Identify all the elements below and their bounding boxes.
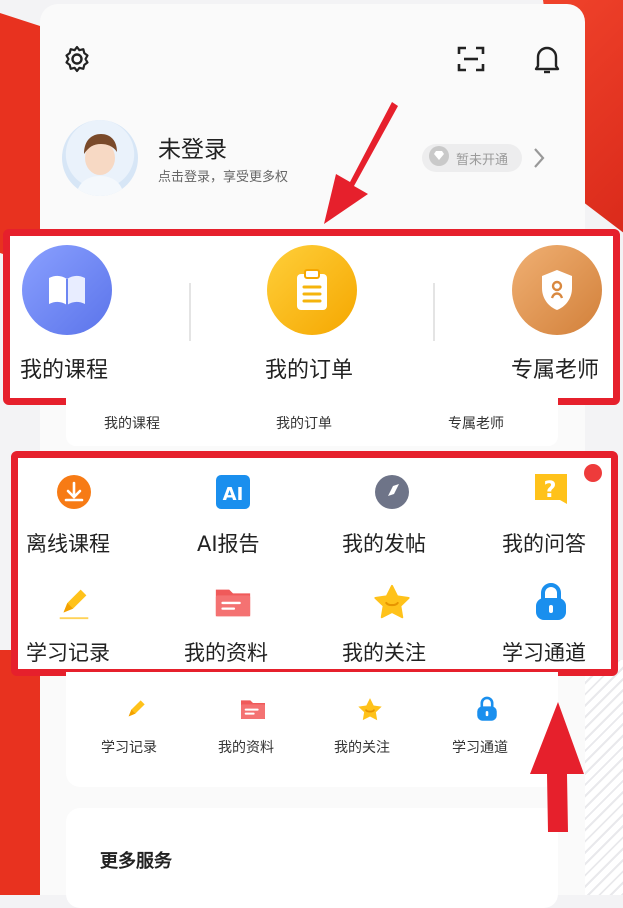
- my-posts-label[interactable]: 我的发帖: [342, 528, 426, 558]
- lock-icon[interactable]: [531, 582, 571, 622]
- ai-icon[interactable]: AI: [213, 472, 253, 512]
- exclusive-teacher-small-label[interactable]: 专属老师: [448, 413, 504, 433]
- compass-icon[interactable]: [372, 472, 412, 512]
- my-orders-small-label[interactable]: 我的订单: [276, 413, 332, 433]
- folder-icon[interactable]: [213, 582, 253, 622]
- annotation-arrow-down-icon: [312, 98, 402, 232]
- star-icon[interactable]: [372, 582, 412, 622]
- feature-grid-card: [66, 672, 558, 787]
- shield-icon[interactable]: [512, 245, 602, 335]
- question-icon[interactable]: ?: [531, 472, 571, 512]
- my-orders-label[interactable]: 我的订单: [265, 352, 353, 384]
- gear-icon[interactable]: [60, 42, 94, 76]
- exclusive-teacher-label[interactable]: 专属老师: [511, 352, 599, 384]
- divider: [433, 283, 435, 341]
- star-icon[interactable]: [355, 694, 385, 724]
- vip-status-badge[interactable]: 暂未开通: [422, 144, 522, 172]
- study-channel-small-label[interactable]: 学习通道: [452, 737, 508, 757]
- annotation-arrow-up-icon: [522, 700, 592, 839]
- study-records-label[interactable]: 学习记录: [26, 637, 110, 667]
- chevron-right-icon[interactable]: [532, 146, 546, 174]
- clipboard-icon[interactable]: [267, 245, 357, 335]
- login-subtitle[interactable]: 点击登录，享受更多权: [158, 166, 288, 185]
- scan-icon[interactable]: [454, 42, 488, 76]
- lock-icon[interactable]: [472, 694, 502, 724]
- my-courses-small-label[interactable]: 我的课程: [104, 413, 160, 433]
- login-title[interactable]: 未登录: [158, 130, 227, 164]
- my-follows-small-label[interactable]: 我的关注: [334, 737, 390, 757]
- diamond-icon: [428, 145, 450, 171]
- divider: [189, 283, 191, 341]
- offline-courses-label[interactable]: 离线课程: [26, 528, 110, 558]
- notification-dot: [584, 464, 602, 482]
- svg-text:?: ?: [544, 478, 557, 503]
- book-icon[interactable]: [22, 245, 112, 335]
- my-follows-label[interactable]: 我的关注: [342, 637, 426, 667]
- my-courses-label[interactable]: 我的课程: [20, 352, 108, 384]
- folder-icon[interactable]: [238, 694, 268, 724]
- download-icon[interactable]: [54, 472, 94, 512]
- pencil-icon[interactable]: [121, 694, 151, 724]
- avatar[interactable]: [62, 120, 138, 196]
- study-channel-label[interactable]: 学习通道: [502, 637, 586, 667]
- study-records-small-label[interactable]: 学习记录: [101, 737, 157, 757]
- my-materials-small-label[interactable]: 我的资料: [218, 737, 274, 757]
- svg-text:AI: AI: [223, 484, 244, 505]
- vip-label: 暂未开通: [456, 152, 509, 168]
- ai-report-label[interactable]: AI报告: [197, 528, 260, 558]
- my-qa-label[interactable]: 我的问答: [502, 528, 586, 558]
- bell-icon[interactable]: [530, 42, 564, 76]
- my-materials-label[interactable]: 我的资料: [184, 637, 268, 667]
- more-services-title: 更多服务: [100, 851, 172, 872]
- pencil-icon[interactable]: [54, 582, 94, 622]
